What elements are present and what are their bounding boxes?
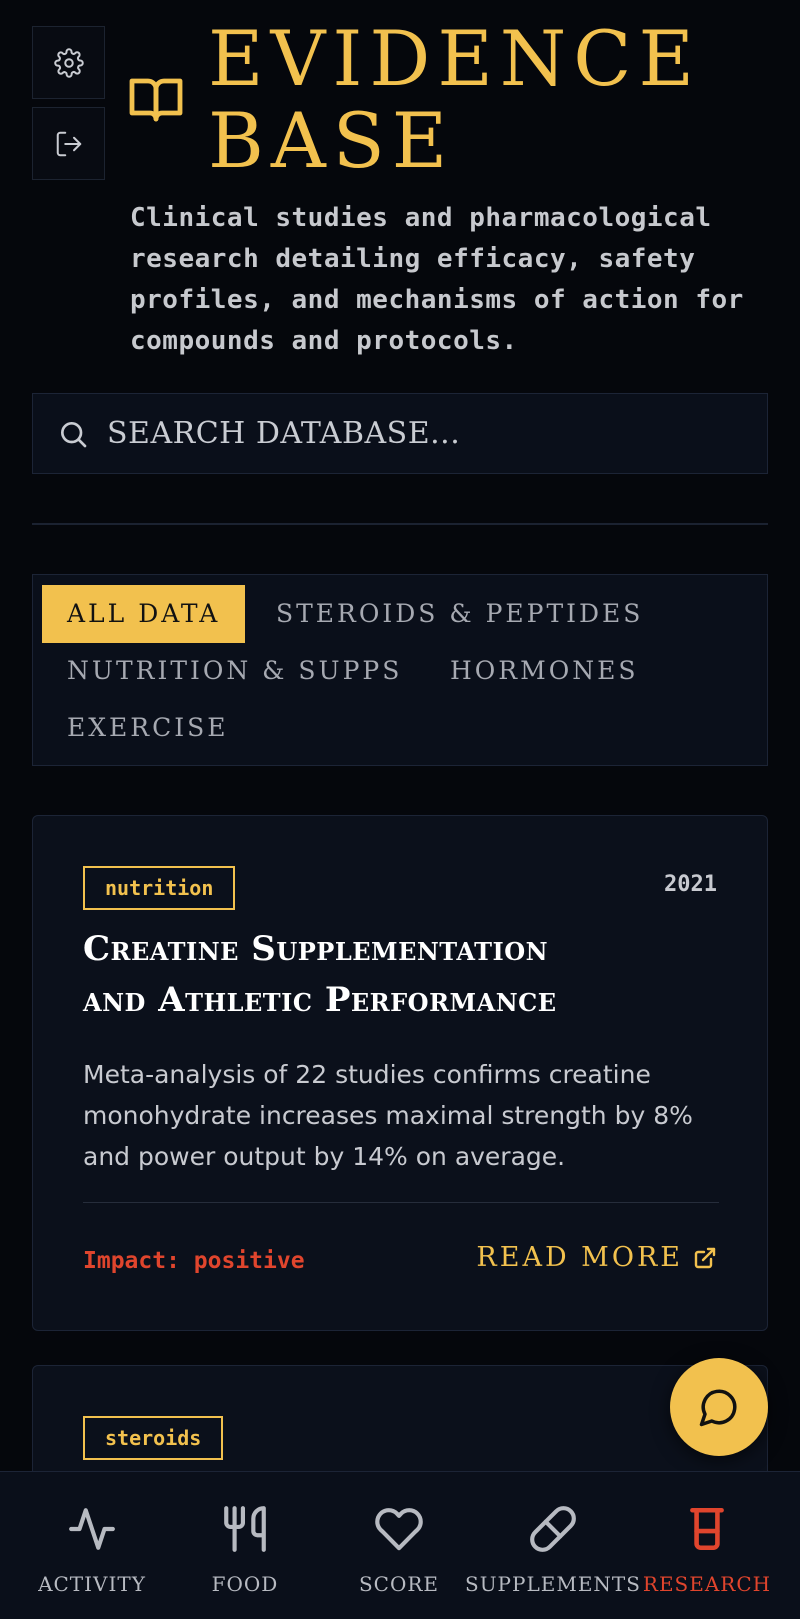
search-icon [61,421,87,447]
read-more-label: READ MORE [476,1242,683,1273]
impact-label: Impact: positive [83,1248,305,1274]
open-book-icon [129,78,183,122]
fork-knife-icon [224,1506,266,1552]
nav-label-research: RESEARCH [642,1572,772,1596]
study-title: Creatine Supplementation and Athletic Pe… [83,924,723,1026]
nav-item-supplements[interactable]: SUPPLEMENTS [465,1472,640,1619]
page-title-line1: EVIDENCE [208,14,701,103]
bottom-nav: ACTIVITY FOOD SCORE SUPPLEMENTS RESEARCH [0,1471,800,1619]
category-tag: steroids [83,1416,224,1460]
chat-button[interactable] [670,1358,768,1456]
nav-label-food: FOOD [211,1572,279,1596]
heart-icon [375,1508,423,1551]
card-divider [83,1202,719,1203]
filter-chip-nutrition-supps[interactable]: NUTRITION & SUPPS [42,642,427,700]
page-subtitle: Clinical studies and pharmacological res… [130,203,744,356]
logout-icon [56,131,81,156]
gear-icon [53,47,84,78]
settings-button[interactable] [32,26,105,99]
filter-chip-hormones[interactable]: HORMONES [425,642,663,700]
beaker-icon [690,1507,724,1551]
filter-chip-steroids-peptides[interactable]: STEROIDS & PEPTIDES [251,585,668,643]
study-year: 2021 [664,872,717,897]
nav-item-activity[interactable]: ACTIVITY [12,1472,172,1619]
page-title: EVIDENCE BASE [208,18,768,182]
nav-item-research[interactable]: RESEARCH [627,1472,787,1619]
page-title-line2: BASE [208,96,455,185]
category-filter-panel: ALL DATA STEROIDS & PEPTIDES NUTRITION &… [32,574,768,766]
nav-label-score: SCORE [358,1572,440,1596]
research-screen: EVIDENCE BASE Clinical studies and pharm… [0,0,800,1619]
nav-item-food[interactable]: FOOD [165,1472,325,1619]
section-divider [32,523,768,525]
category-tag: nutrition [83,866,236,910]
chat-icon [699,1389,737,1427]
nav-label-supplements: SUPPLEMENTS [465,1572,641,1596]
search-placeholder: SEARCH DATABASE... [107,416,461,451]
filter-chip-all-data[interactable]: ALL DATA [42,585,246,643]
study-summary: Meta-analysis of 22 studies confirms cre… [83,1060,693,1171]
nav-item-score[interactable]: SCORE [319,1472,479,1619]
external-link-icon [694,1247,716,1268]
logout-button[interactable] [32,107,105,180]
study-title-line2: and Athletic Performance [83,980,557,1020]
activity-icon [69,1508,115,1550]
read-more-link[interactable]: READ MORE [476,1242,717,1273]
study-card[interactable]: nutrition 2021 Creatine Supplementation … [32,815,768,1331]
pill-icon [530,1506,576,1552]
search-input[interactable]: SEARCH DATABASE... [32,393,768,474]
filter-chip-exercise[interactable]: EXERCISE [42,699,254,757]
study-title-line1: Creatine Supplementation [83,929,549,969]
